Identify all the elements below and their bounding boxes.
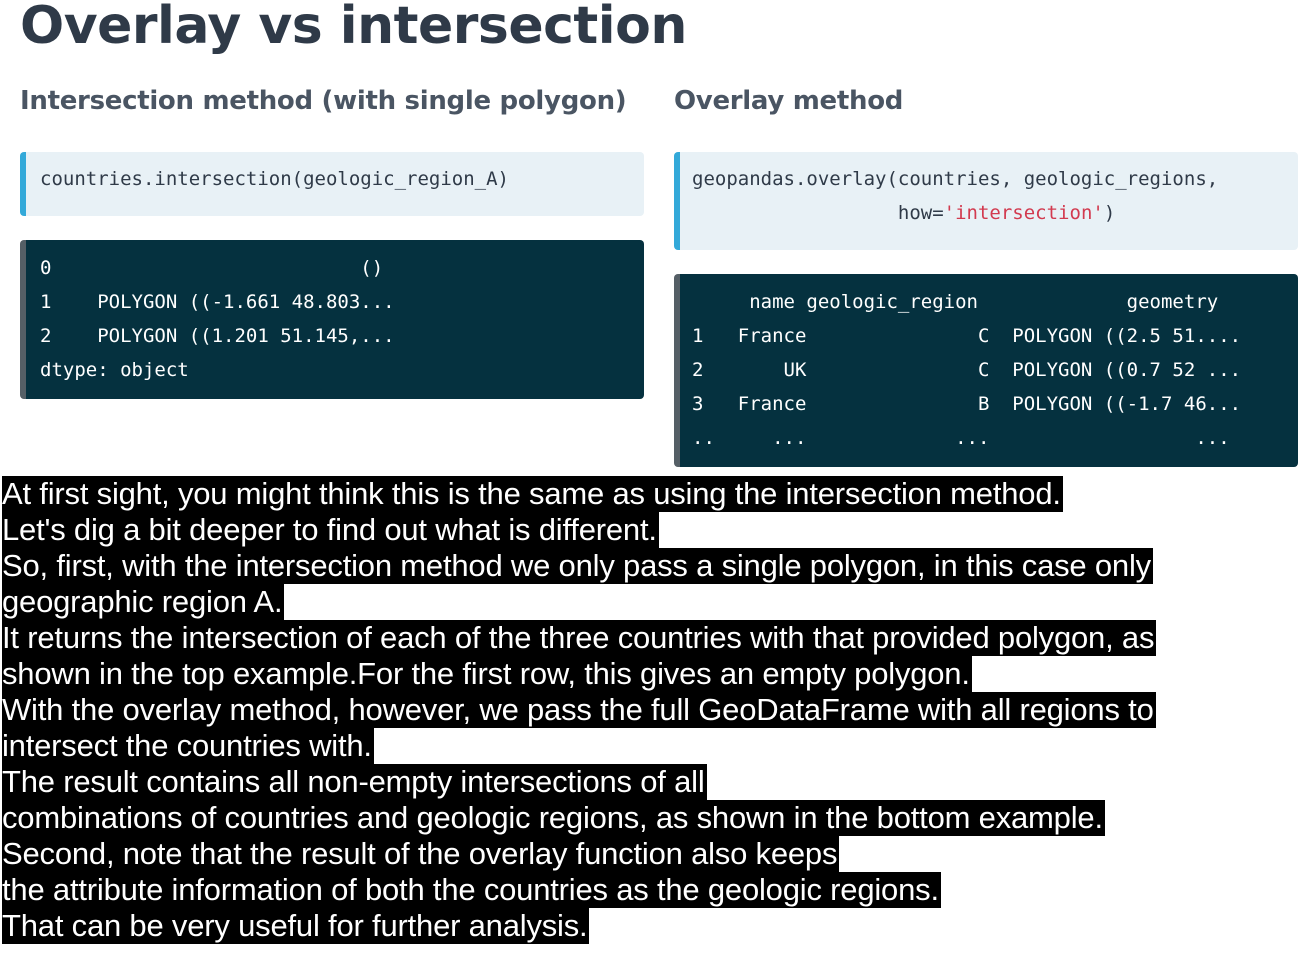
subtitle-line: That can be very useful for further anal… — [2, 908, 590, 944]
overlay-output-row: 2 UK C POLYGON ((0.7 52 ... — [692, 359, 1242, 381]
subtitle-line: intersect the countries with. — [2, 728, 374, 764]
overlay-output-ellipsis-row: .. ... ... ... — [692, 427, 1230, 449]
overlay-output-header: name geologic_region geometry — [692, 291, 1219, 313]
subtitle-line: At first sight, you might think this is … — [2, 476, 1063, 512]
overlay-code-line-2: how='intersection') — [692, 202, 1115, 224]
overlay-code-line-1: geopandas.overlay(countries, geologic_re… — [692, 168, 1219, 190]
overlay-code-string: 'intersection' — [943, 202, 1104, 224]
subtitle-line: the attribute information of both the co… — [2, 872, 941, 908]
intersection-output-line: 2 POLYGON ((1.201 51.145,... — [40, 325, 395, 347]
subtitle-line: Second, note that the result of the over… — [2, 836, 840, 872]
intersection-output-line: dtype: object — [40, 359, 189, 381]
intersection-output-line: 0 () — [40, 257, 384, 279]
overlay-output-block: name geologic_region geometry 1 France C… — [674, 274, 1298, 467]
subtitle-captions: At first sight, you might think this is … — [2, 476, 1302, 944]
overlay-code-suffix: ) — [1103, 202, 1116, 224]
right-column-heading: Overlay method — [674, 86, 904, 116]
subtitle-line: With the overlay method, however, we pas… — [2, 692, 1156, 728]
intersection-output-block: 0 () 1 POLYGON ((-1.661 48.803... 2 POLY… — [20, 240, 644, 399]
overlay-code-block: geopandas.overlay(countries, geologic_re… — [674, 152, 1298, 250]
overlay-output-row: 3 France B POLYGON ((-1.7 46... — [692, 393, 1242, 415]
subtitle-line: The result contains all non-empty inters… — [2, 764, 707, 800]
subtitle-line: So, first, with the intersection method … — [2, 548, 1153, 584]
subtitle-line: combinations of countries and geologic r… — [2, 800, 1105, 836]
intersection-code-block: countries.intersection(geologic_region_A… — [20, 152, 644, 216]
subtitle-line: It returns the intersection of each of t… — [2, 620, 1157, 656]
intersection-code-line: countries.intersection(geologic_region_A… — [40, 168, 509, 190]
overlay-code-prefix: how= — [692, 202, 944, 224]
subtitle-line: geographic region A. — [2, 584, 285, 620]
intersection-output-line: 1 POLYGON ((-1.661 48.803... — [40, 291, 395, 313]
left-column-heading: Intersection method (with single polygon… — [20, 86, 627, 116]
overlay-output-row: 1 France C POLYGON ((2.5 51.... — [692, 325, 1242, 347]
subtitle-line: Let's dig a bit deeper to find out what … — [2, 512, 659, 548]
slide-title: Overlay vs intersection — [20, 0, 687, 56]
subtitle-line: shown in the top example.For the first r… — [2, 656, 972, 692]
